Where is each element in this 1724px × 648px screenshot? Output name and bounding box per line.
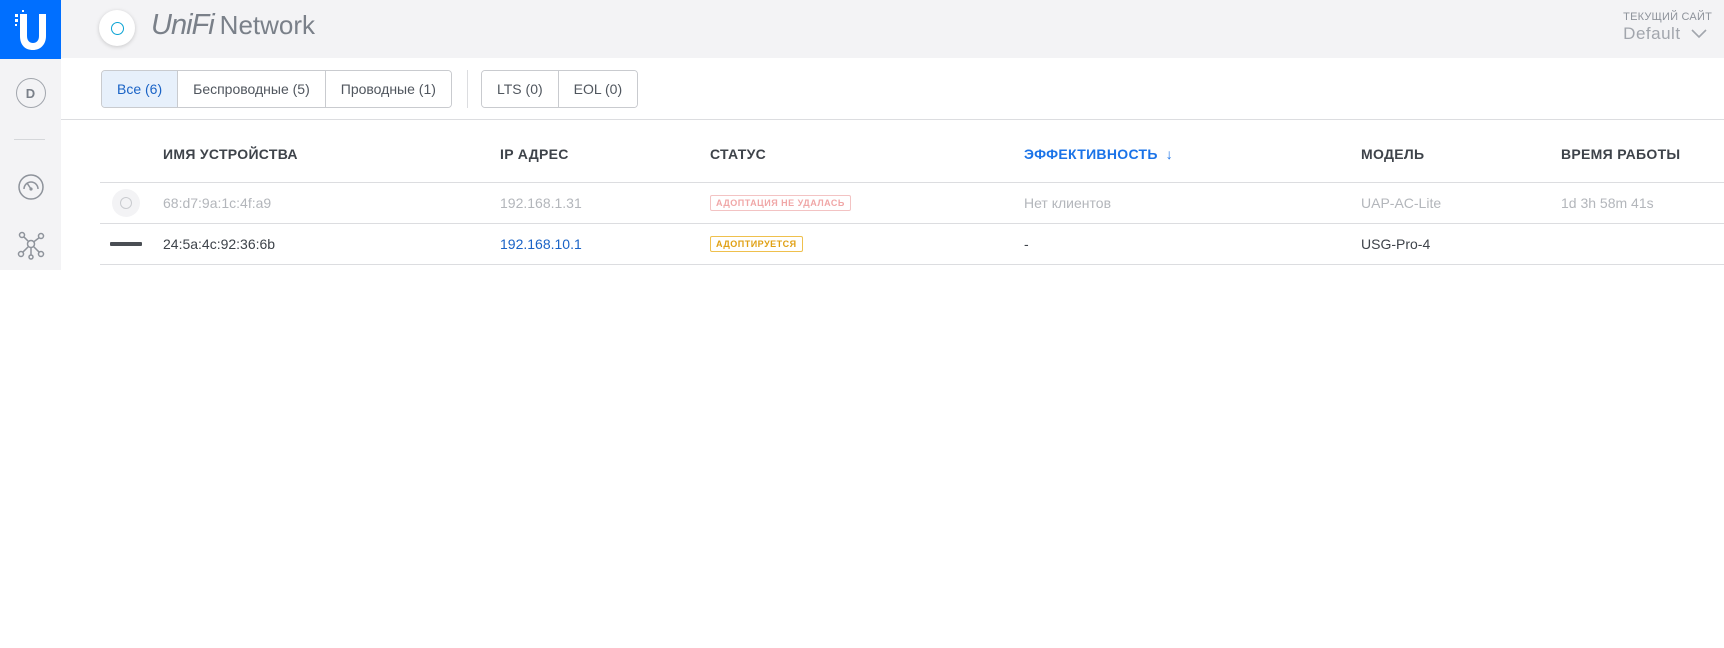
column-header-status[interactable]: СТАТУС [710, 146, 766, 162]
gauge-icon [17, 174, 44, 200]
device-efficiency: Нет клиентов [1024, 195, 1112, 211]
device-filter-bar: Все (6) Беспроводные (5) Проводные (1) L… [61, 58, 1724, 120]
left-rail: D [0, 0, 61, 270]
device-uptime: 1d 3h 58m 41s [1561, 195, 1654, 211]
column-header-ip[interactable]: IP АДРЕС [500, 146, 569, 162]
site-selector[interactable]: ТЕКУЩИЙ САЙТ Default [1623, 11, 1712, 44]
device-efficiency: - [1024, 236, 1029, 252]
brand-unifi: UniFi [151, 9, 215, 41]
gateway-device-icon [110, 242, 142, 246]
device-name: 24:5a:4c:92:36:6b [163, 236, 276, 252]
rail-divider [14, 139, 45, 140]
filter-wireless-button[interactable]: Беспроводные (5) [178, 71, 326, 107]
sort-down-arrow-icon: ↓ [1165, 146, 1174, 162]
lifecycle-filter-group: LTS (0) EOL (0) [481, 70, 639, 108]
avatar-letter: D [25, 85, 36, 101]
table-row[interactable]: 24:5a:4c:92:36:6b 192.168.10.1 АДОПТИРУЕ… [100, 224, 1724, 265]
ubiquiti-logo-icon [14, 9, 46, 50]
devices-table: ИМЯ УСТРОЙСТВА IP АДРЕС СТАТУС ЭФФЕКТИВН… [100, 120, 1724, 265]
status-circle-icon [110, 21, 124, 35]
brand-network: Network [219, 10, 316, 40]
table-row[interactable]: 68:d7:9a:1c:4f:a9 192.168.1.31 АДОПТАЦИЯ… [100, 183, 1724, 224]
device-model: USG-Pro-4 [1361, 236, 1431, 252]
column-header-efficiency-label: ЭФФЕКТИВНОСТЬ [1024, 146, 1158, 162]
avatar: D [15, 78, 46, 108]
table-header-row: ИМЯ УСТРОЙСТВА IP АДРЕС СТАТУС ЭФФЕКТИВН… [100, 120, 1724, 183]
filter-group-divider [467, 70, 468, 108]
rail-item-dashboard[interactable]: D [0, 77, 61, 109]
rail-item-statistics[interactable] [0, 171, 61, 203]
ubiquiti-logo-tile[interactable] [0, 0, 61, 59]
column-header-efficiency[interactable]: ЭФФЕКТИВНОСТЬ ↓ [1024, 146, 1173, 162]
column-header-model[interactable]: МОДЕЛЬ [1361, 146, 1424, 162]
site-selector-value: Default [1623, 24, 1681, 43]
connection-status-button[interactable] [99, 10, 135, 46]
status-badge: АДОПТАЦИЯ НЕ УДАЛАСЬ [710, 195, 851, 211]
status-badge: АДОПТИРУЕТСЯ [710, 236, 803, 252]
site-selector-label: ТЕКУЩИЙ САЙТ [1623, 11, 1712, 23]
rail-item-topology[interactable] [0, 229, 61, 261]
filter-lts-button[interactable]: LTS (0) [482, 71, 559, 107]
filter-eol-button[interactable]: EOL (0) [558, 71, 638, 107]
device-ip-link[interactable]: 192.168.10.1 [500, 236, 582, 252]
device-model: UAP-AC-Lite [1361, 195, 1442, 211]
access-point-icon [112, 189, 140, 217]
filter-all-button[interactable]: Все (6) [102, 71, 179, 107]
column-header-uptime[interactable]: ВРЕМЯ РАБОТЫ [1561, 146, 1680, 162]
top-header: UniFi Network ТЕКУЩИЙ САЙТ Default [61, 0, 1724, 58]
column-header-name[interactable]: ИМЯ УСТРОЙСТВА [163, 146, 298, 162]
filter-wired-button[interactable]: Проводные (1) [325, 71, 451, 107]
device-name: 68:d7:9a:1c:4f:a9 [163, 195, 272, 211]
app-brand: UniFi Network [151, 9, 315, 45]
device-type-filter-group: Все (6) Беспроводные (5) Проводные (1) [101, 70, 452, 108]
topology-icon [17, 231, 44, 260]
device-ip: 192.168.1.31 [500, 195, 582, 211]
chevron-down-icon [1690, 29, 1707, 39]
